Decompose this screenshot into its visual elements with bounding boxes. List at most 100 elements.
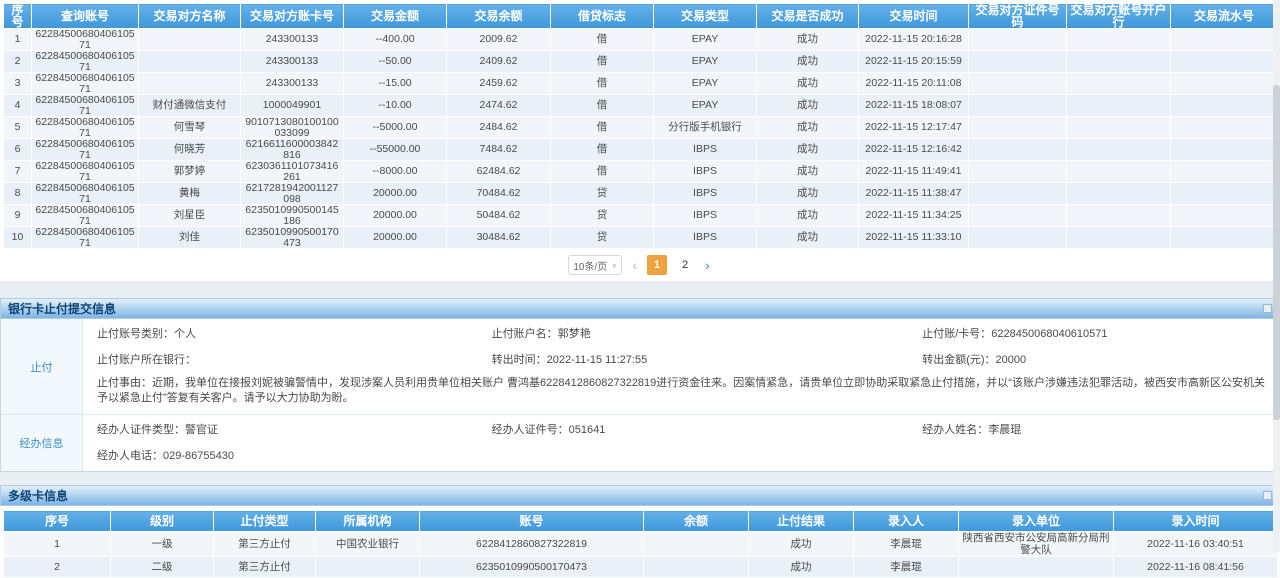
page-size-label: 10条/页 (573, 258, 607, 273)
table-cell: 6228450068040610571 (32, 139, 139, 161)
table-cell (1067, 117, 1171, 139)
chevron-down-icon: ∨ (611, 261, 617, 268)
table-cell (969, 117, 1067, 139)
table-cell: EPAY (654, 51, 757, 73)
table-cell: IBPS (654, 205, 757, 227)
table-cell: --400.00 (344, 29, 447, 51)
table-cell: 62484.62 (447, 161, 551, 183)
table-cell: 6228450068040610571 (32, 29, 139, 51)
table-cell: 6228450068040610571 (32, 73, 139, 95)
table-cell (959, 557, 1114, 578)
table-cell: 第三方止付 (214, 532, 316, 557)
field-card-number: 止付账/卡号：6228450068040610571 (908, 321, 1279, 347)
table-cell: 1 (4, 532, 111, 557)
table-cell: 20000.00 (344, 227, 447, 249)
table-cell (969, 51, 1067, 73)
table-cell (139, 29, 241, 51)
stop-payment-group-label: 止付 (1, 319, 83, 414)
table-cell: 分行版手机银行 (654, 117, 757, 139)
column-header-counterparty-bank: 交易对方账号开户行 (1067, 4, 1171, 29)
table-cell: 2459.62 (447, 73, 551, 95)
table-cell: 6228450068040610571 (32, 183, 139, 205)
table-cell: 6 (4, 139, 32, 161)
column-header-institution: 所属机构 (316, 511, 420, 532)
table-cell: --55000.00 (344, 139, 447, 161)
table-row: 4 6228450068040610571 财付通微信支付 1000049901… (4, 95, 1278, 117)
vertical-scrollbar-thumb[interactable] (1273, 85, 1280, 420)
table-cell: 10 (4, 227, 32, 249)
stop-payment-group: 止付 止付账号类别：个人 止付账户名：郭梦艳 止付账/卡号：6228450068… (1, 319, 1279, 414)
table-cell: 2484.62 (447, 117, 551, 139)
table-row: 3 6228450068040610571 243300133 --15.00 … (4, 73, 1278, 95)
prev-page-button[interactable]: ‹ (630, 255, 639, 275)
table-cell (1067, 139, 1171, 161)
table-cell: 2022-11-16 03:40:51 (1114, 532, 1278, 557)
table-cell: 2022-11-15 11:34:25 (859, 205, 969, 227)
column-header-query-account: 查询账号 (32, 4, 139, 29)
table-cell: 郭梦婷 (139, 161, 241, 183)
table-cell: 成功 (757, 139, 859, 161)
table-cell (1171, 139, 1278, 161)
table-cell: 借 (551, 161, 654, 183)
table-cell: 成功 (757, 227, 859, 249)
operator-info-group: 经办信息 经办人证件类型：警官证 经办人证件号：051641 经办人姓名：李晨琨… (1, 414, 1279, 471)
page-button-2[interactable]: 2 (675, 255, 695, 275)
table-cell: 6228450068040610571 (32, 117, 139, 139)
collapse-icon[interactable] (1263, 491, 1272, 500)
table-cell: 2022-11-15 12:17:47 (859, 117, 969, 139)
table-cell (1171, 161, 1278, 183)
column-header-success: 交易是否成功 (757, 4, 859, 29)
table-cell: 2474.62 (447, 95, 551, 117)
table-cell: 2022-11-15 11:49:41 (859, 161, 969, 183)
table-cell: 借 (551, 51, 654, 73)
table-cell: 2022-11-15 20:11:08 (859, 73, 969, 95)
table-cell: 借 (551, 117, 654, 139)
next-page-button[interactable]: › (703, 255, 712, 275)
table-cell: 3 (4, 73, 32, 95)
table-cell: 6228412860827322819 (420, 532, 644, 557)
table-cell: 2022-11-15 12:16:42 (859, 139, 969, 161)
table-cell: 2409.62 (447, 51, 551, 73)
table-cell: 2 (4, 51, 32, 73)
collapse-icon[interactable] (1263, 304, 1272, 313)
table-cell: 第三方止付 (214, 557, 316, 578)
table-cell: IBPS (654, 183, 757, 205)
table-cell: EPAY (654, 95, 757, 117)
table-cell: 何晓芳 (139, 139, 241, 161)
column-header-seq: 序号 (4, 4, 32, 29)
table-cell: 成功 (749, 557, 854, 578)
field-operator-id-number: 经办人证件号：051641 (478, 417, 909, 443)
table-cell (1067, 205, 1171, 227)
table-cell (969, 95, 1067, 117)
table-cell (969, 139, 1067, 161)
table-cell (1067, 161, 1171, 183)
stop-payment-section-header: 银行卡止付提交信息 (0, 298, 1280, 319)
table-cell: 2022-11-15 11:38:47 (859, 183, 969, 205)
table-cell: 成功 (757, 51, 859, 73)
page-button-1[interactable]: 1 (647, 255, 667, 275)
transactions-header-row: 序号 查询账号 交易对方名称 交易对方账卡号 交易金额 交易余额 借贷标志 交易… (4, 4, 1278, 29)
table-cell: EPAY (654, 29, 757, 51)
table-cell: EPAY (654, 73, 757, 95)
table-cell: 刘佳 (139, 227, 241, 249)
table-cell: 借 (551, 29, 654, 51)
table-cell (969, 227, 1067, 249)
table-cell (1171, 95, 1278, 117)
table-cell: 50484.62 (447, 205, 551, 227)
table-cell: 2 (4, 557, 111, 578)
table-cell (969, 73, 1067, 95)
table-cell: --10.00 (344, 95, 447, 117)
operator-group-label: 经办信息 (1, 415, 83, 471)
table-cell (969, 161, 1067, 183)
field-operator-id-type: 经办人证件类型：警官证 (83, 417, 478, 443)
column-header-serial: 交易流水号 (1171, 4, 1278, 29)
table-cell: 成功 (757, 95, 859, 117)
table-cell (969, 183, 1067, 205)
page-size-select[interactable]: 10条/页 ∨ (568, 255, 622, 275)
table-cell: 成功 (757, 29, 859, 51)
table-cell: 一级 (111, 532, 214, 557)
table-row: 2 二级 第三方止付 6235010990500170473 成功 李晨琨 20… (4, 557, 1278, 578)
table-cell: 6228450068040610571 (32, 205, 139, 227)
column-header-seq: 序号 (4, 511, 111, 532)
table-cell (1067, 73, 1171, 95)
